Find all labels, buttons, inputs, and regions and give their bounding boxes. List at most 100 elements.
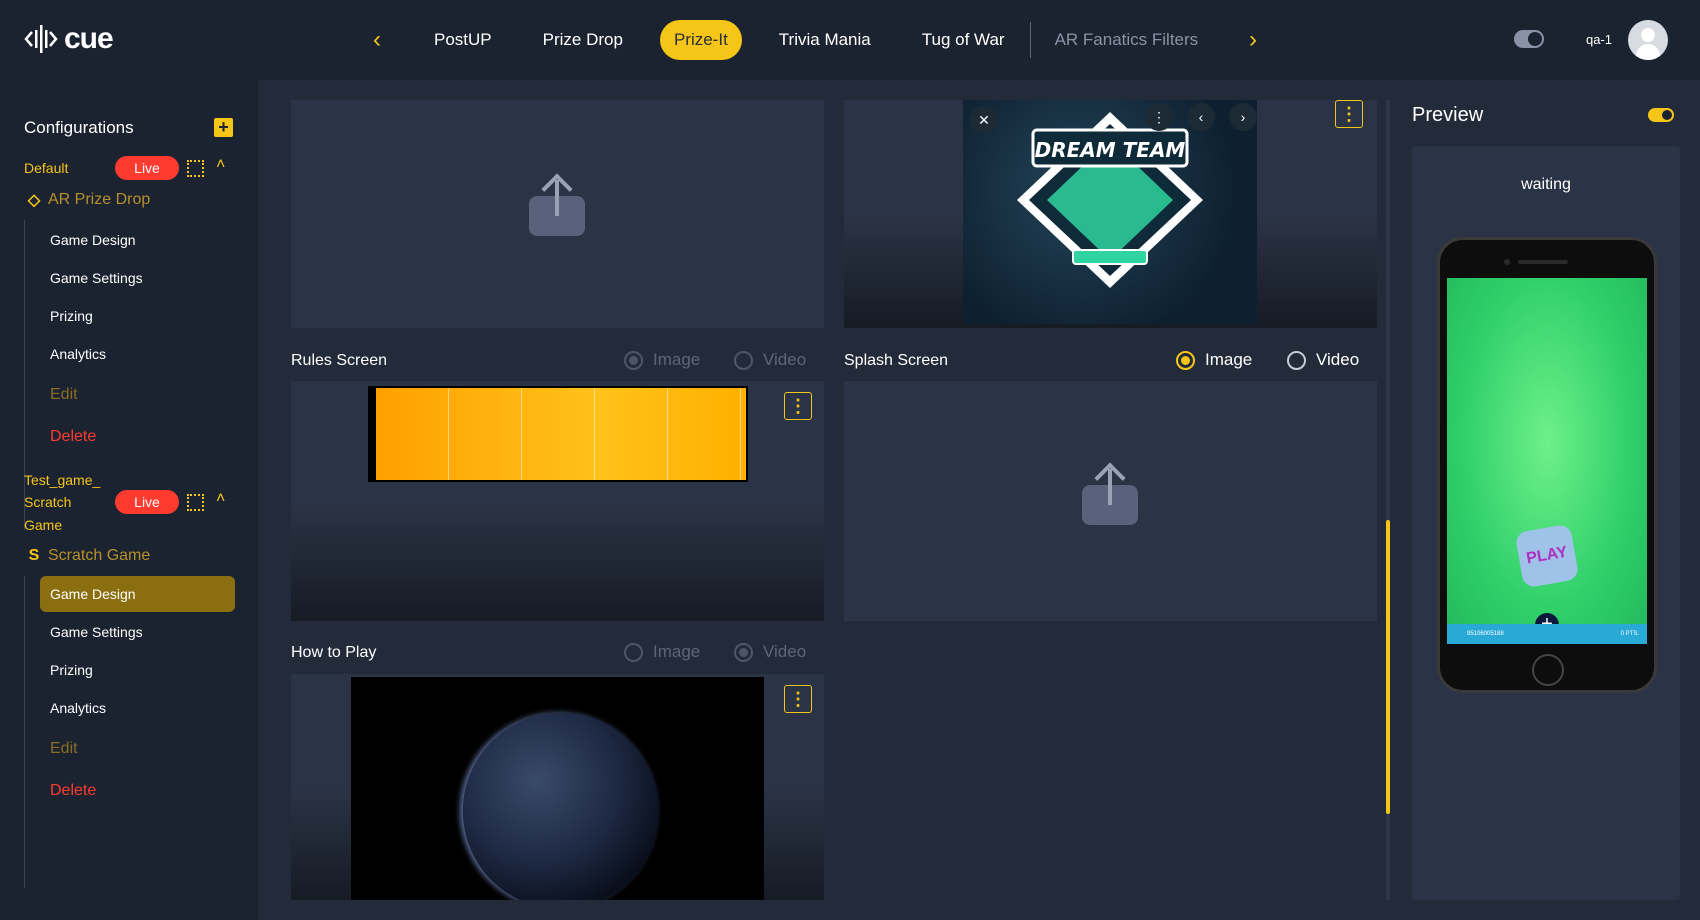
waveform-logo-icon (24, 25, 58, 53)
chevron-up-icon[interactable]: ˄ (216, 156, 225, 174)
game-name: Scratch Game (48, 547, 151, 564)
radio-dot (734, 350, 753, 370)
user-name: qa-1 (1586, 32, 1613, 47)
tab-prize-it[interactable]: Prize-It (659, 20, 742, 60)
game-header-scratch-game[interactable]: S Scratch Game (24, 546, 151, 566)
preview-panel: waiting PLAY + 95106005188 0 PTS. (1412, 146, 1680, 900)
top-bar: cue ‹ PostUP Prize Drop Prize-It Trivia … (0, 0, 1700, 80)
game-name: AR Prize Drop (48, 191, 151, 208)
how-to-play-video-radio[interactable]: Video (734, 642, 806, 662)
config-name-default[interactable]: Default (24, 160, 68, 176)
tab-trivia-mania[interactable]: Trivia Mania (765, 20, 885, 60)
tab-postup[interactable]: PostUP (420, 20, 506, 60)
tab-tug-of-war[interactable]: Tug of War (908, 20, 1019, 60)
sidebar-item-game-settings[interactable]: Game Settings (40, 260, 235, 296)
sidebar-item-game-design[interactable]: Game Design (40, 222, 235, 258)
rules-screen-label: Rules Screen (291, 352, 388, 369)
diamond-icon: ◇ (27, 192, 41, 209)
how-to-play-image-radio[interactable]: Image (624, 642, 700, 662)
nav-next-arrow-icon[interactable]: › (1239, 26, 1267, 54)
phone-bar-points: 0 PTS. (1620, 631, 1639, 637)
how-to-play-video-panel: ⋮ (291, 674, 824, 900)
tree-line (24, 576, 25, 888)
tab-ar-fanatics-filters[interactable]: AR Fanatics Filters (1041, 20, 1213, 60)
radio-dot (624, 350, 643, 370)
radio-label: Video (763, 642, 807, 661)
radio-dot (1287, 350, 1306, 370)
sidebar-item-game-design[interactable]: Game Design (40, 576, 235, 612)
splash-screen-label: Splash Screen (844, 352, 949, 369)
chevron-up-icon[interactable]: ˄ (216, 490, 225, 508)
close-icon[interactable]: ✕ (970, 106, 998, 134)
phone-camera (1504, 259, 1510, 265)
theme-toggle-icon[interactable] (1514, 30, 1544, 48)
svg-text:DREAM TEAM: DREAM TEAM (1035, 138, 1186, 162)
configurations-title: Configurations (24, 118, 134, 137)
radio-dot (734, 642, 753, 662)
avatar[interactable] (1628, 20, 1668, 60)
tab-divider (1029, 22, 1031, 58)
sidebar-item-edit[interactable]: Edit (40, 731, 235, 767)
rules-image-radio[interactable]: Image (624, 350, 700, 370)
preview-title: Preview (1412, 104, 1484, 126)
more-options-button[interactable]: ⋮ (784, 685, 812, 713)
game-tabs: PostUP Prize Drop Prize-It Trivia Mania … (420, 20, 1235, 60)
upload-icon (1082, 462, 1138, 525)
live-badge[interactable]: Live (115, 490, 179, 514)
splash-video-radio[interactable]: Video (1287, 350, 1359, 370)
sidebar: Configurations + Default Live ˄ ◇ AR Pri… (0, 80, 258, 920)
sidebar-item-delete[interactable]: Delete (40, 419, 235, 455)
qr-code-icon[interactable] (187, 160, 204, 177)
upload-panel[interactable] (291, 100, 824, 328)
scratch-s-icon: S (28, 547, 40, 564)
upload-icon (529, 173, 585, 236)
phone-home-button (1532, 654, 1564, 686)
chevron-left-icon[interactable]: ‹ (1187, 103, 1215, 131)
more-options-button[interactable]: ⋮ (1335, 100, 1363, 128)
radio-label: Video (763, 350, 807, 369)
game-header-ar-prize-drop[interactable]: ◇ AR Prize Drop (24, 190, 150, 210)
dream-team-logo-icon: DREAM TEAM (1017, 112, 1203, 288)
phone-mockup: PLAY + 95106005188 0 PTS. (1437, 237, 1657, 693)
add-configuration-button[interactable]: + (214, 118, 233, 137)
how-to-play-label: How to Play (291, 644, 377, 661)
radio-label: Image (653, 350, 701, 369)
chevron-right-icon[interactable]: › (1229, 103, 1257, 131)
splash-upload-panel[interactable] (844, 381, 1377, 621)
play-button[interactable]: PLAY (1514, 523, 1580, 589)
rules-image-panel: ⋮ (291, 381, 824, 621)
nav-prev-arrow-icon[interactable]: ‹ (363, 26, 391, 54)
sidebar-item-prizing[interactable]: Prizing (40, 298, 235, 334)
preview-toggle[interactable] (1648, 108, 1674, 122)
sidebar-item-prizing[interactable]: Prizing (40, 652, 235, 688)
sidebar-item-delete[interactable]: Delete (40, 773, 235, 809)
more-vertical-icon[interactable]: ⋮ (1145, 103, 1173, 131)
sidebar-item-game-settings[interactable]: Game Settings (40, 614, 235, 650)
rules-video-radio[interactable]: Video (734, 350, 806, 370)
phone-screen: PLAY + 95106005188 0 PTS. (1447, 278, 1647, 644)
radio-dot (1176, 350, 1195, 370)
rules-image-frame (368, 386, 748, 482)
sidebar-item-analytics[interactable]: Analytics (40, 336, 235, 372)
splash-image-radio[interactable]: Image (1176, 350, 1252, 370)
more-options-button[interactable]: ⋮ (784, 392, 812, 420)
avatar-body (1636, 44, 1660, 60)
sidebar-item-edit[interactable]: Edit (40, 377, 235, 413)
scrollbar[interactable] (1386, 100, 1390, 900)
qr-code-icon[interactable] (187, 494, 204, 511)
radio-label: Video (1316, 350, 1360, 369)
radio-label: Image (653, 642, 701, 661)
config-name-line1[interactable]: Test_game_ (24, 472, 100, 488)
config-name-line2[interactable]: Scratch (24, 494, 71, 510)
tab-prize-drop[interactable]: Prize Drop (529, 20, 637, 60)
sidebar-item-analytics[interactable]: Analytics (40, 690, 235, 726)
phone-status-bar: 95106005188 0 PTS. (1447, 624, 1647, 644)
radio-label: Image (1205, 350, 1253, 369)
cue-logo[interactable]: cue (24, 22, 114, 56)
scrollbar-thumb[interactable] (1386, 520, 1390, 814)
phone-speaker (1518, 260, 1568, 264)
rules-image (376, 388, 746, 480)
live-badge[interactable]: Live (115, 156, 179, 180)
config-name-line3[interactable]: Game (24, 517, 62, 533)
radio-dot (624, 642, 643, 662)
